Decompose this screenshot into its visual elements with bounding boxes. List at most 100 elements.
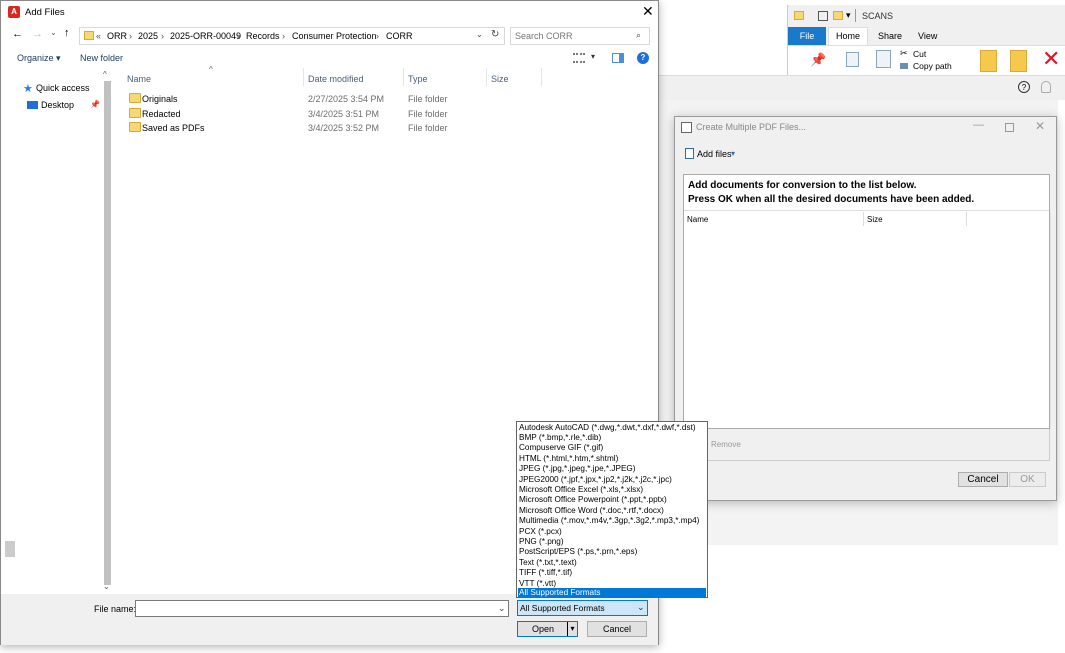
folder-icon <box>84 31 94 40</box>
move-to-icon[interactable] <box>980 50 997 72</box>
breadcrumb-chevron-icon[interactable]: › <box>376 31 379 41</box>
file-name-combobox[interactable]: ⌄ <box>135 600 509 617</box>
file-type-option[interactable]: BMP (*.bmp,*.rle,*.dib) <box>518 433 706 443</box>
file-type-option[interactable]: JPEG2000 (*.jpf,*.jpx,*.jp2,*.j2k,*.j2c,… <box>518 475 706 485</box>
file-type-option[interactable]: Microsoft Office Powerpoint (*.ppt,*.ppt… <box>518 495 706 505</box>
chevron-down-icon[interactable]: ⌄ <box>498 603 506 614</box>
file-type-selected: All Supported Formats <box>520 603 605 613</box>
pdf-cancel-button[interactable]: Cancel <box>958 472 1008 487</box>
breadcrumb-item[interactable]: Records <box>246 31 280 41</box>
tab-share[interactable]: Share <box>878 31 902 41</box>
view-dropdown-icon[interactable]: ▾ <box>591 52 595 61</box>
view-options-icon[interactable] <box>573 53 585 63</box>
recent-locations-icon[interactable]: ⌄ <box>50 28 57 37</box>
column-header-name[interactable]: Name <box>687 215 708 224</box>
delete-icon[interactable]: ✕ <box>1042 46 1060 72</box>
new-folder-icon[interactable] <box>833 11 843 20</box>
nav-scrollbar-thumb[interactable] <box>104 81 111 585</box>
open-dropdown-icon[interactable]: ▾ <box>567 622 577 636</box>
breadcrumb-chevron-icon[interactable]: › <box>129 31 132 41</box>
column-header-size[interactable]: Size <box>867 215 883 224</box>
breadcrumb-item[interactable]: Consumer Protection <box>292 31 377 41</box>
file-type: File folder <box>408 109 448 119</box>
up-arrow-icon[interactable]: ↑ <box>64 27 70 39</box>
file-date: 3/4/2025 3:51 PM <box>308 109 380 119</box>
file-name-input[interactable] <box>138 602 488 615</box>
organize-button[interactable]: Organize ▾ <box>17 53 61 64</box>
search-box[interactable]: ⌕ <box>510 27 650 45</box>
add-files-dropdown-icon[interactable]: ▾ <box>731 149 735 158</box>
nav-quick-access[interactable]: Quick access <box>36 83 90 93</box>
left-pane-handle[interactable] <box>5 541 15 557</box>
open-button[interactable]: Open <box>532 624 554 634</box>
remove-button[interactable]: Remove <box>711 440 741 449</box>
cut-button[interactable]: Cut <box>913 49 926 59</box>
file-type-option[interactable]: TIFF (*.tiff,*.tif) <box>518 568 706 578</box>
pdf-document-list[interactable]: Add documents for conversion to the list… <box>683 174 1051 430</box>
refresh-icon[interactable]: ↻ <box>491 29 499 40</box>
file-type-option[interactable]: PostScript/EPS (*.ps,*.prn,*.eps) <box>518 547 706 557</box>
copy-icon[interactable] <box>846 52 859 67</box>
add-files-button[interactable]: Add files <box>697 149 732 159</box>
paste-icon[interactable] <box>876 50 891 68</box>
breadcrumb-chevron-icon[interactable]: › <box>237 31 240 41</box>
file-type-option[interactable]: Text (*.txt,*.text) <box>518 558 706 568</box>
column-header-size[interactable]: Size <box>491 74 509 84</box>
properties-icon[interactable] <box>818 11 828 21</box>
file-type-option[interactable]: PCX (*.pcx) <box>518 527 706 537</box>
address-bar[interactable]: « ORR › 2025 › 2025-ORR-00049 › Records … <box>79 27 505 45</box>
breadcrumb-item[interactable]: 2025 <box>138 31 158 41</box>
file-type-option[interactable]: Multimedia (*.mov,*.m4v,*.3gp,*.3g2,*.mp… <box>518 516 706 526</box>
search-input[interactable] <box>515 29 631 43</box>
column-header-date[interactable]: Date modified <box>308 74 364 84</box>
cancel-button[interactable]: Cancel <box>587 621 647 637</box>
breadcrumb-chevron-icon[interactable]: › <box>161 31 164 41</box>
help-icon[interactable]: ? <box>1018 81 1030 93</box>
file-type-option[interactable]: Microsoft Office Word (*.doc,*.rtf,*.doc… <box>518 506 706 516</box>
breadcrumb-item[interactable]: 2025-ORR-00049 <box>170 31 241 41</box>
background-app-edge <box>1058 100 1065 545</box>
file-type-option[interactable]: HTML (*.html,*.htm,*.shtml) <box>518 454 706 464</box>
file-type-option-selected[interactable]: All Supported Formats <box>518 588 706 599</box>
file-type-option[interactable]: Autodesk AutoCAD (*.dwg,*.dwt,*.dxf,*.dw… <box>518 423 706 433</box>
scrollbar[interactable] <box>1050 212 1051 430</box>
preview-pane-icon[interactable] <box>612 53 624 63</box>
close-button[interactable]: ✕ <box>1035 119 1045 133</box>
pdf-ok-button[interactable]: OK <box>1009 472 1046 487</box>
breadcrumb-item[interactable]: ORR <box>107 31 127 41</box>
file-type-option[interactable]: PNG (*.png) <box>518 537 706 547</box>
tab-file[interactable]: File <box>788 27 826 45</box>
breadcrumb-chevron-icon[interactable]: › <box>282 31 285 41</box>
file-type-option[interactable]: Microsoft Office Excel (*.xls,*.xlsx) <box>518 485 706 495</box>
copy-path-button[interactable]: Copy path <box>913 61 952 71</box>
copy-to-icon[interactable] <box>1010 50 1027 72</box>
column-header-name[interactable]: Name <box>127 74 151 84</box>
minimize-button[interactable]: — <box>973 119 984 131</box>
table-row[interactable]: Originals 2/27/2025 3:54 PM File folder <box>119 91 639 105</box>
breadcrumb-item[interactable]: CORR <box>386 31 413 41</box>
overflow-chevron-icon[interactable]: « <box>96 31 101 41</box>
new-folder-button[interactable]: New folder <box>80 53 123 63</box>
pin-icon[interactable]: 📌 <box>810 52 826 68</box>
forward-arrow-icon[interactable]: → <box>32 28 43 40</box>
bell-icon[interactable] <box>1041 81 1051 93</box>
tab-view[interactable]: View <box>918 31 937 41</box>
close-button[interactable]: ✕ <box>642 3 654 20</box>
back-arrow-icon[interactable]: ← <box>12 28 23 40</box>
scroll-down-icon[interactable]: ⌄ <box>103 582 110 591</box>
quick-toolbar-dropdown-icon[interactable]: ▾ <box>846 10 851 21</box>
nav-desktop[interactable]: Desktop <box>41 100 74 110</box>
maximize-button[interactable] <box>1005 123 1014 132</box>
table-row[interactable]: Saved as PDFs 3/4/2025 3:52 PM File fold… <box>119 120 639 134</box>
table-row[interactable]: Redacted 3/4/2025 3:51 PM File folder <box>119 106 639 120</box>
help-icon[interactable]: ? <box>637 52 649 64</box>
column-header-type[interactable]: Type <box>408 74 428 84</box>
divider <box>403 68 404 86</box>
file-type-select[interactable]: All Supported Formats ⌄ <box>517 600 648 616</box>
file-type-option[interactable]: JPEG (*.jpg,*.jpeg,*.jpe,*.JPEG) <box>518 464 706 474</box>
file-type-option[interactable]: Compuserve GIF (*.gif) <box>518 443 706 453</box>
search-icon[interactable]: ⌕ <box>636 30 641 41</box>
scroll-up-icon[interactable]: ^ <box>103 70 107 79</box>
address-dropdown-icon[interactable]: ⌄ <box>476 30 483 39</box>
tab-home[interactable]: Home <box>828 27 868 45</box>
